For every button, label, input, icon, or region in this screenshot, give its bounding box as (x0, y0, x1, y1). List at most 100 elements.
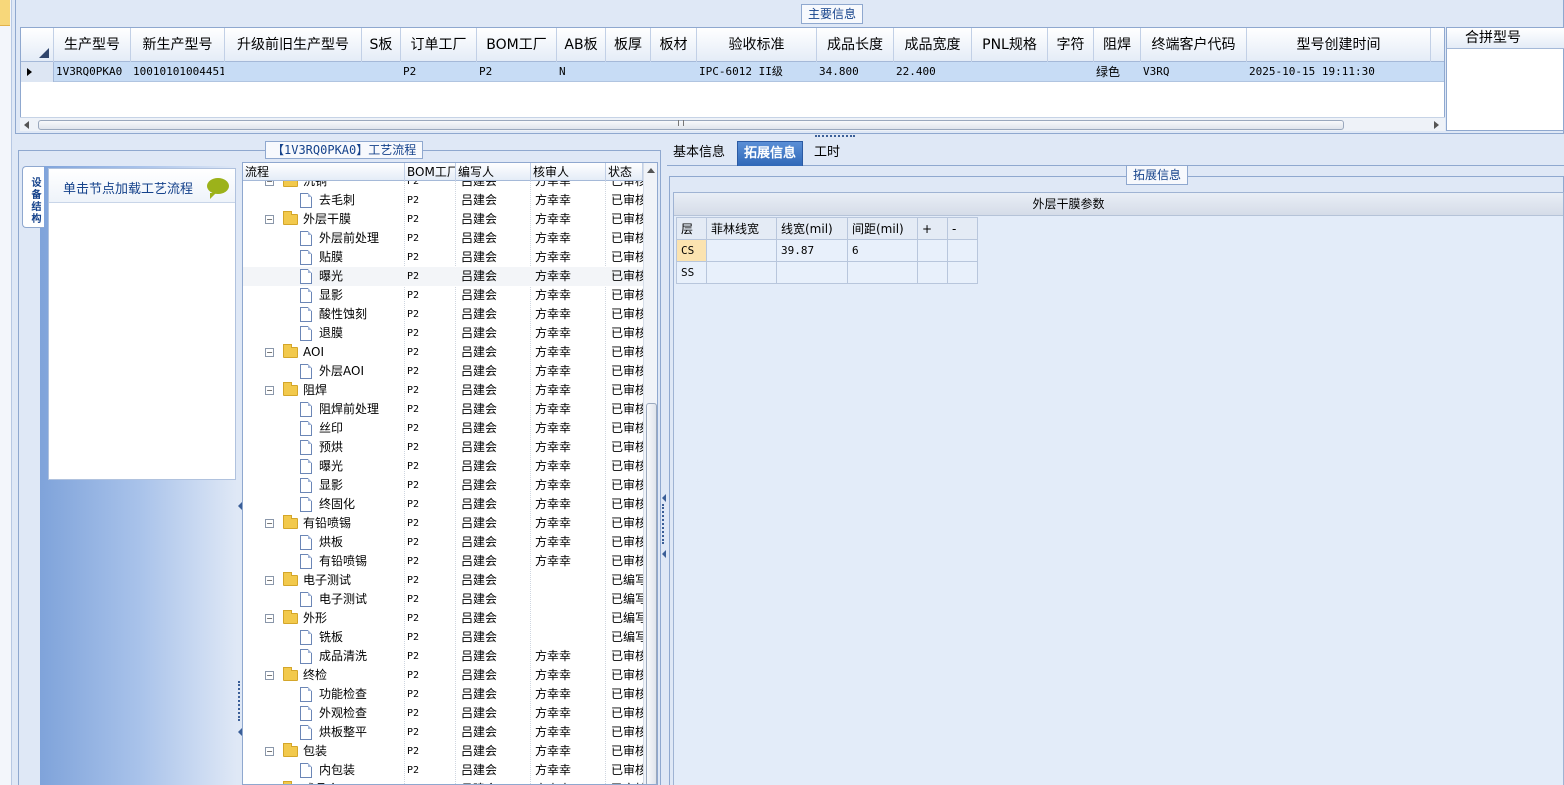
process-tree-list[interactable]: 流程BOM工厂编写人核审人状态 −沉铜P2吕建会方幸幸已审核去毛刺P2吕建会方幸… (242, 162, 658, 785)
node-load-panel[interactable]: 单击节点加载工艺流程 (48, 168, 236, 480)
add-row-button[interactable]: + (917, 217, 948, 240)
tree-row[interactable]: − 包装 P2 吕建会 方幸幸 已审核 (243, 742, 643, 761)
scroll-left-icon[interactable] (24, 121, 29, 129)
horizontal-splitter[interactable] (15, 134, 1564, 139)
cell-s-board[interactable] (362, 62, 401, 82)
column-header-model-create-time[interactable]: 型号创建时间 (1247, 28, 1431, 62)
tree-row[interactable]: − 外层干膜 P2 吕建会 方幸幸 已审核 (243, 210, 643, 229)
cell-ab-board[interactable]: N (557, 62, 606, 82)
tree-row[interactable]: − 终检 P2 吕建会 方幸幸 已审核 (243, 666, 643, 685)
tree-row[interactable]: 有铅喷锡 P2 吕建会 方幸幸 已审核 (243, 552, 643, 571)
param-row-ss[interactable]: SS (676, 261, 978, 284)
param-spacing-cell[interactable]: 6 (847, 239, 918, 262)
cell-order-factory[interactable]: P2 (401, 62, 477, 82)
cell-solder-mask[interactable]: 绿色 (1094, 62, 1141, 82)
tree-row[interactable]: − 沉铜 P2 吕建会 方幸幸 已审核 (243, 181, 643, 191)
tree-row[interactable]: 外观检查 P2 吕建会 方幸幸 已审核 (243, 704, 643, 723)
column-header-s-board[interactable]: S板 (362, 28, 401, 62)
tab-work-hours[interactable]: 工时 (808, 141, 846, 166)
tree-row[interactable]: 曝光 P2 吕建会 方幸幸 已审核 (243, 267, 643, 286)
tree-body[interactable]: −沉铜P2吕建会方幸幸已审核去毛刺P2吕建会方幸幸已审核−外层干膜P2吕建会方幸… (243, 181, 643, 784)
tree-row[interactable]: 丝印 P2 吕建会 方幸幸 已审核 (243, 419, 643, 438)
column-header-board-material[interactable]: 板材 (651, 28, 697, 62)
param-layer-cell[interactable]: SS (676, 261, 707, 284)
tree-row[interactable]: 烘板整平 P2 吕建会 方幸幸 已审核 (243, 723, 643, 742)
cell-pnl-spec[interactable] (972, 62, 1048, 82)
column-header-order-factory[interactable]: 订单工厂 (401, 28, 477, 62)
tree-row[interactable]: 阻焊前处理 P2 吕建会 方幸幸 已审核 (243, 400, 643, 419)
tree-header-status[interactable]: 状态 (606, 163, 643, 181)
tree-row[interactable]: 预烘 P2 吕建会 方幸幸 已审核 (243, 438, 643, 457)
tree-row[interactable]: 外层AOI P2 吕建会 方幸幸 已审核 (243, 362, 643, 381)
scroll-up-icon[interactable] (647, 168, 655, 173)
collapse-left-icon[interactable] (662, 550, 666, 558)
param-line-width-cell[interactable] (776, 261, 848, 284)
dryfilm-param-table[interactable]: 层 菲林线宽 线宽(mil) 间距(mil) + - CS 39.87 6 SS (676, 217, 978, 284)
collapse-node-icon[interactable]: − (265, 614, 274, 623)
vertical-splitter-right[interactable] (661, 139, 667, 785)
tree-header-flow[interactable]: 流程 (243, 163, 405, 181)
collapse-node-icon[interactable]: − (265, 386, 274, 395)
param-film-width-cell[interactable] (706, 239, 777, 262)
column-header-new-production-model[interactable]: 新生产型号 (131, 28, 225, 62)
param-layer-cell[interactable]: CS (676, 239, 707, 262)
column-header-solder-mask[interactable]: 阻焊 (1094, 28, 1141, 62)
scroll-thumb[interactable] (646, 403, 657, 784)
column-header-acceptance-standard[interactable]: 验收标准 (697, 28, 817, 62)
column-header-ab-board[interactable]: AB板 (557, 28, 606, 62)
combo-model-panel[interactable]: 合拼型号 (1446, 27, 1564, 131)
column-header-production-model[interactable]: 生产型号 (54, 28, 131, 62)
tree-header-writer[interactable]: 编写人 (456, 163, 531, 181)
column-header-old-production-model[interactable]: 升级前旧生产型号 (225, 28, 362, 62)
column-header-board-thickness[interactable]: 板厚 (606, 28, 651, 62)
tree-row[interactable]: 曝光 P2 吕建会 方幸幸 已审核 (243, 457, 643, 476)
tree-header-bom-factory[interactable]: BOM工厂 (405, 163, 456, 181)
tree-row[interactable]: − 外形 P2 吕建会 已编写 (243, 609, 643, 628)
param-minus-cell[interactable] (947, 239, 978, 262)
cell-product-width[interactable]: 22.400 (894, 62, 972, 82)
tree-row[interactable]: 功能检查 P2 吕建会 方幸幸 已审核 (243, 685, 643, 704)
scroll-right-icon[interactable] (1434, 121, 1439, 129)
tree-row[interactable]: 电子测试 P2 吕建会 已编写 (243, 590, 643, 609)
tree-row[interactable]: 显影 P2 吕建会 方幸幸 已审核 (243, 286, 643, 305)
vertical-tab-equipment[interactable]: 设备结构 (22, 166, 44, 228)
tree-row[interactable]: 烘板 P2 吕建会 方幸幸 已审核 (243, 533, 643, 552)
column-header-customer-code[interactable]: 终端客户代码 (1141, 28, 1247, 62)
param-spacing-cell[interactable] (847, 261, 918, 284)
collapse-node-icon[interactable]: − (265, 348, 274, 357)
tree-row[interactable]: 外层前处理 P2 吕建会 方幸幸 已审核 (243, 229, 643, 248)
column-header-bom-factory[interactable]: BOM工厂 (477, 28, 557, 62)
collapse-node-icon[interactable]: − (265, 215, 274, 224)
tree-row[interactable]: − 阻焊 P2 吕建会 方幸幸 已审核 (243, 381, 643, 400)
tree-vertical-scrollbar[interactable] (643, 163, 657, 784)
tab-extended-info[interactable]: 拓展信息 (737, 141, 804, 166)
cell-old-production-model[interactable] (225, 62, 362, 82)
grid-corner-sort-icon[interactable] (21, 28, 54, 62)
cell-board-thickness[interactable] (606, 62, 651, 82)
remove-row-button[interactable]: - (947, 217, 978, 240)
tree-row[interactable]: 终固化 P2 吕建会 方幸幸 已审核 (243, 495, 643, 514)
collapse-node-icon[interactable]: − (265, 671, 274, 680)
param-plus-cell[interactable] (917, 239, 948, 262)
tree-header-reviewer[interactable]: 核审人 (531, 163, 606, 181)
cell-board-material[interactable] (651, 62, 697, 82)
collapse-left-icon[interactable] (662, 494, 666, 502)
cell-model-create-time[interactable]: 2025-10-15 19:11:30 (1247, 62, 1431, 82)
cell-product-length[interactable]: 34.800 (817, 62, 894, 82)
table-row[interactable]: 1V3RQ0PKA0 10010101004451 P2 P2 N IPC-6012 II… (21, 62, 1444, 82)
collapse-node-icon[interactable]: − (265, 519, 274, 528)
tree-row[interactable]: 成品清洗 P2 吕建会 方幸幸 已审核 (243, 647, 643, 666)
tree-row[interactable]: 酸性蚀刻 P2 吕建会 方幸幸 已审核 (243, 305, 643, 324)
tree-row[interactable]: − 有铅喷锡 P2 吕建会 方幸幸 已审核 (243, 514, 643, 533)
tree-row[interactable]: 贴膜 P2 吕建会 方幸幸 已审核 (243, 248, 643, 267)
tab-basic-info[interactable]: 基本信息 (667, 141, 731, 166)
cell-character[interactable] (1048, 62, 1094, 82)
param-line-width-cell[interactable]: 39.87 (776, 239, 848, 262)
tree-row[interactable]: −成品仓P2吕建会方幸幸已审核 (243, 780, 643, 784)
cell-production-model[interactable]: 1V3RQ0PKA0 (54, 62, 131, 82)
grid-horizontal-scrollbar[interactable] (20, 117, 1445, 131)
collapse-node-icon[interactable]: − (265, 747, 274, 756)
node-load-header[interactable]: 单击节点加载工艺流程 (49, 169, 235, 203)
param-minus-cell[interactable] (947, 261, 978, 284)
cell-new-production-model[interactable]: 10010101004451 (131, 62, 225, 82)
